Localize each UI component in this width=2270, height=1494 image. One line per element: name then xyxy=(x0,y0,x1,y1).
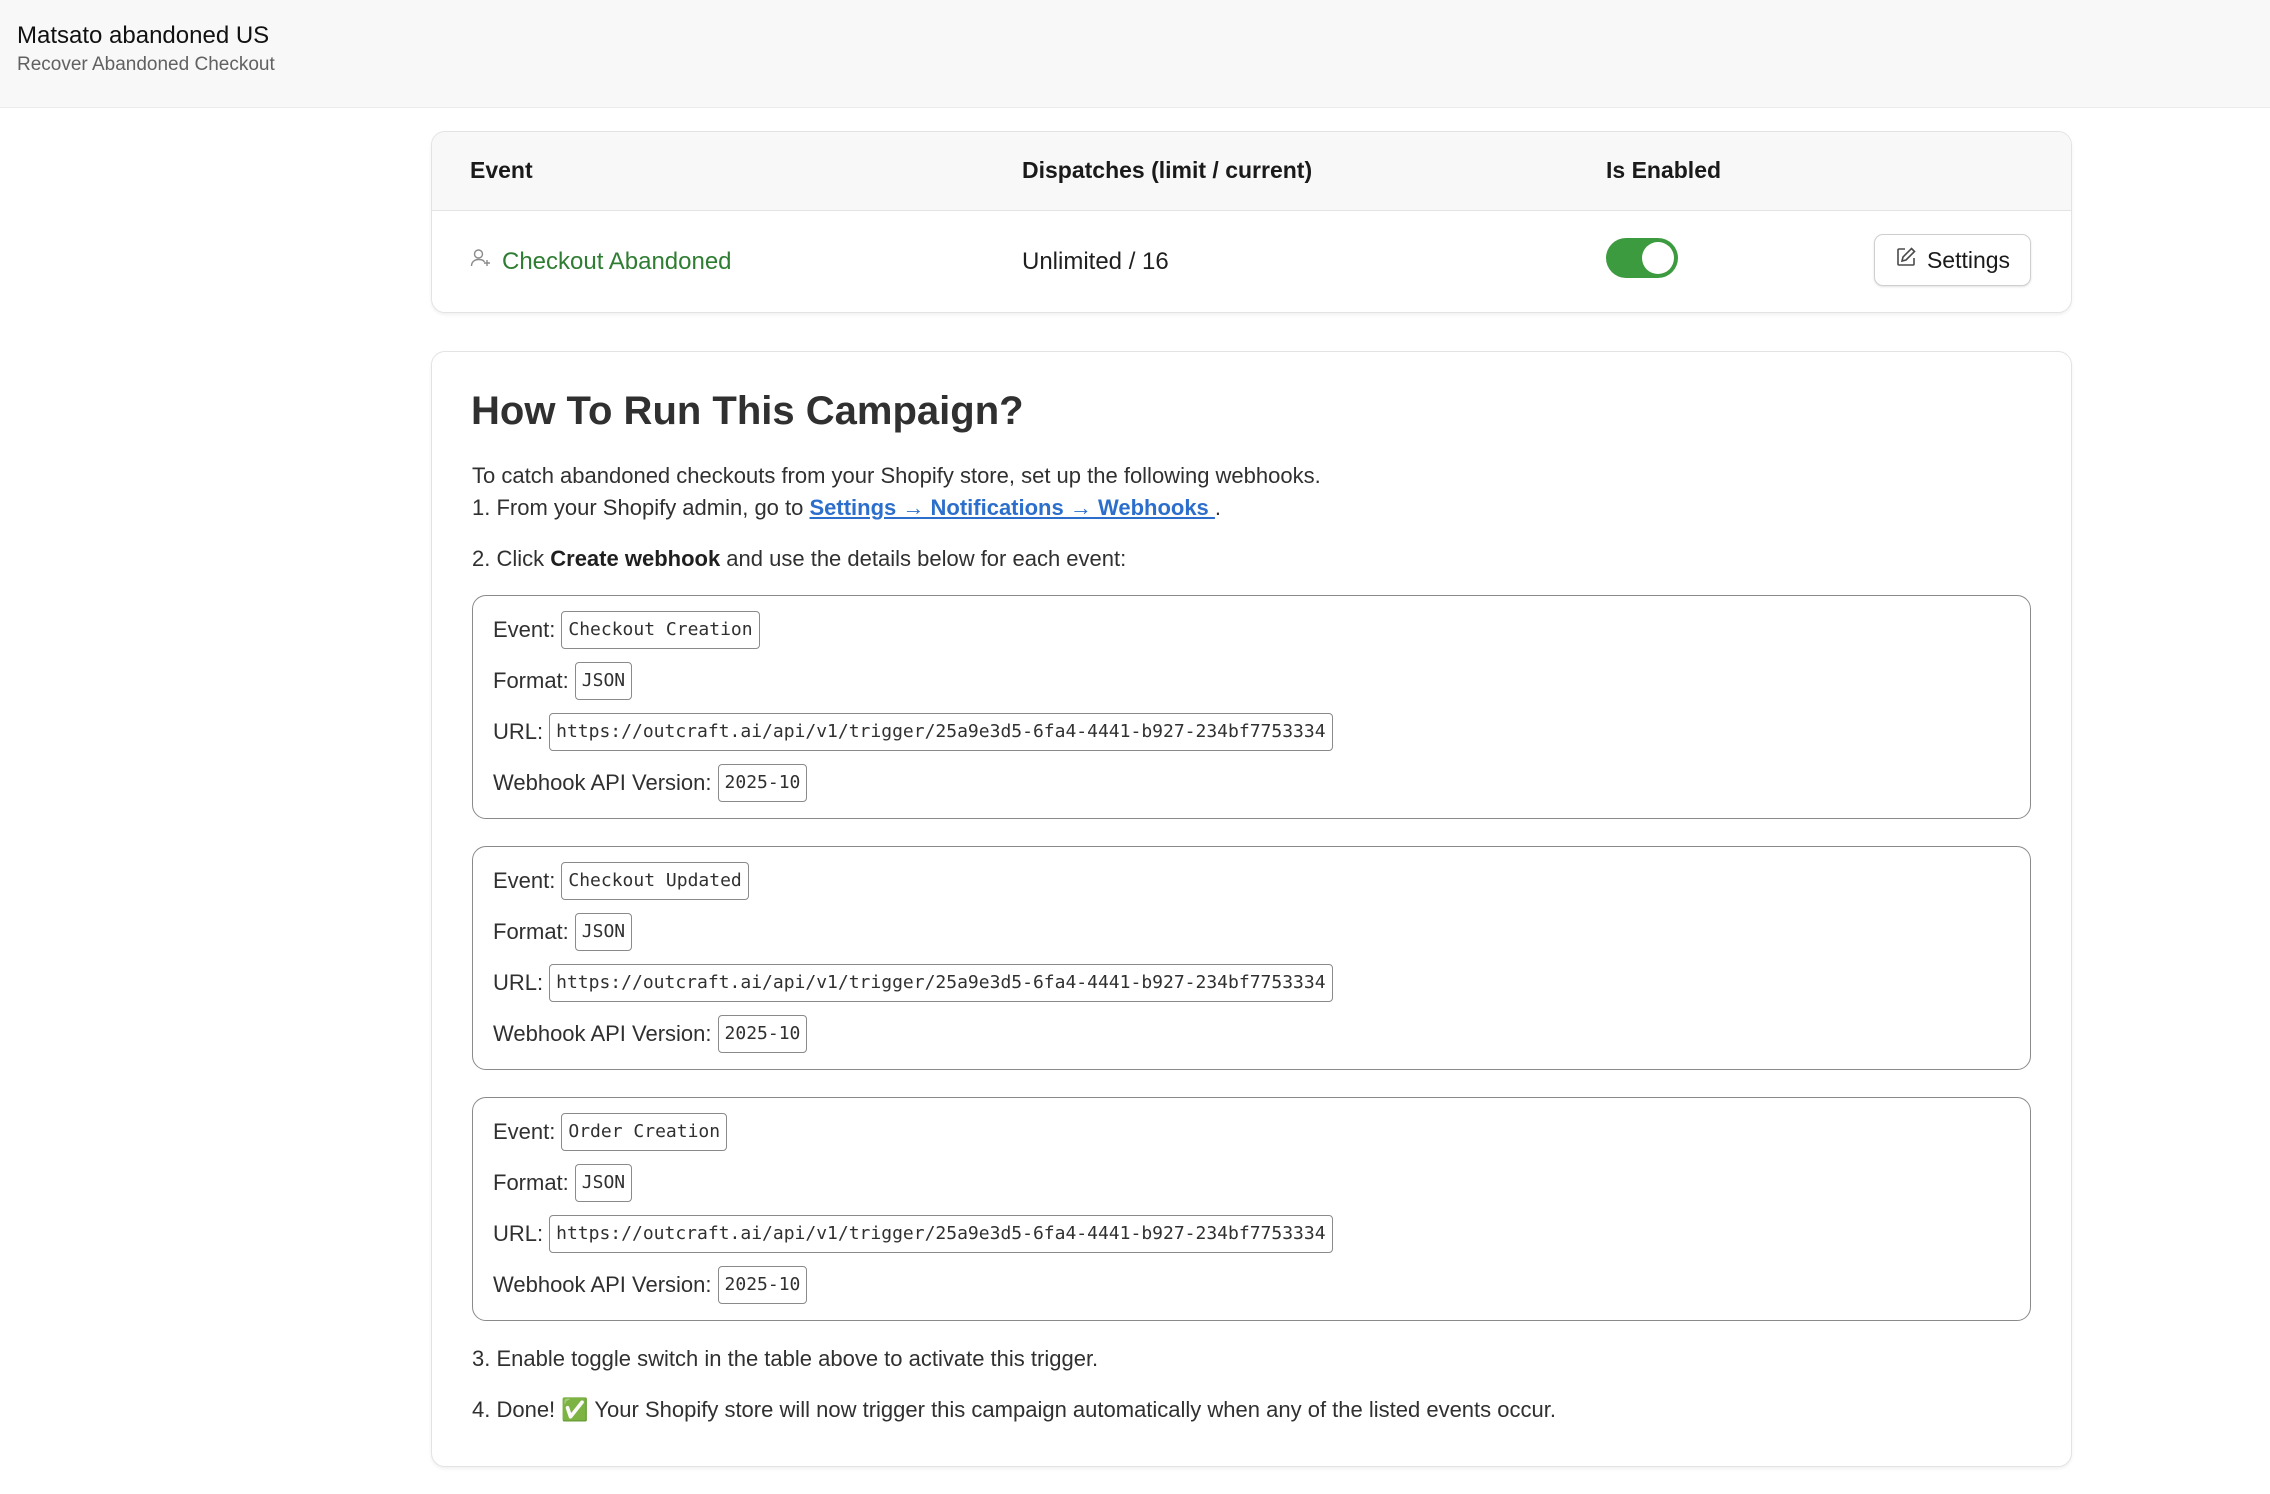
dispatches-value: Unlimited / 16 xyxy=(1022,248,1169,275)
format-label: Format: xyxy=(493,1170,569,1195)
step-4: 4. Done! ✅ Your Shopify store will now t… xyxy=(472,1397,1556,1422)
webhook-url-value[interactable]: https://outcraft.ai/api/v1/trigger/25a9e… xyxy=(549,713,1333,751)
event-label: Event: xyxy=(493,617,556,642)
column-header-enabled: Is Enabled xyxy=(1606,157,1722,183)
webhook-version-row: Webhook API Version: 2025-10 xyxy=(493,1266,808,1304)
step-2: 2. Click Create webhook and use the deta… xyxy=(472,546,1126,572)
page-subtitle: Recover Abandoned Checkout xyxy=(17,54,275,75)
webhook-format-row: Format: JSON xyxy=(493,662,633,700)
webhook-url-row: URL: https://outcraft.ai/api/v1/trigger/2… xyxy=(493,964,1333,1002)
webhook-format-value[interactable]: JSON xyxy=(574,662,633,700)
webhook-format-value[interactable]: JSON xyxy=(574,913,633,951)
webhook-version-row: Webhook API Version: 2025-10 xyxy=(493,1015,808,1053)
edit-icon xyxy=(1895,246,1917,274)
step-2-text: 2. Click xyxy=(472,546,551,571)
page-title: Matsato abandoned US xyxy=(17,22,270,49)
webhook-url-row: URL: https://outcraft.ai/api/v1/trigger/2… xyxy=(493,713,1333,751)
webhook-version-row: Webhook API Version: 2025-10 xyxy=(493,764,808,802)
settings-label: Settings xyxy=(1926,246,2011,273)
webhook-url-value[interactable]: https://outcraft.ai/api/v1/trigger/25a9e… xyxy=(549,964,1333,1002)
howto-heading: How To Run This Campaign? xyxy=(471,389,1024,433)
step-2-bold: Create webhook xyxy=(550,546,721,571)
webhook-event-row: Event: Checkout Creation xyxy=(493,611,760,649)
top-bar: Matsato abandoned US Recover Abandoned C… xyxy=(0,0,2270,108)
shopify-webhooks-link[interactable]: Settings → Notifications → Webhooks xyxy=(810,495,1215,520)
webhook-event-value[interactable]: Checkout Updated xyxy=(561,862,749,900)
events-table: Event Dispatches (limit / current) Is En… xyxy=(431,131,2072,313)
enabled-toggle[interactable] xyxy=(1606,238,1678,278)
step-1-suffix: . xyxy=(1214,495,1222,520)
howto-intro: To catch abandoned checkouts from your S… xyxy=(472,463,1321,488)
event-label: Event: xyxy=(493,868,556,893)
url-label: URL: xyxy=(493,719,544,744)
webhook-event-row: Event: Order Creation xyxy=(493,1113,728,1151)
column-header-dispatches: Dispatches (limit / current) xyxy=(1022,157,1313,183)
webhook-version-value[interactable]: 2025-10 xyxy=(717,1015,808,1053)
version-label: Webhook API Version: xyxy=(493,1021,712,1046)
step-2-suffix: and use the details below for each event… xyxy=(720,546,1127,571)
column-header-event: Event xyxy=(470,157,533,183)
webhook-event-value[interactable]: Checkout Creation xyxy=(561,611,760,649)
user-add-icon xyxy=(470,247,492,276)
webhook-version-value[interactable]: 2025-10 xyxy=(717,1266,808,1304)
step-1: 1. From your Shopify admin, go to Settin… xyxy=(472,495,1221,521)
url-label: URL: xyxy=(493,970,544,995)
step-1-text: 1. From your Shopify admin, go to xyxy=(472,495,810,520)
webhook-url-row: URL: https://outcraft.ai/api/v1/trigger/2… xyxy=(493,1215,1333,1253)
webhook-card: Event: Checkout Creation Format: JSON URL:… xyxy=(472,595,2031,819)
webhook-url-value[interactable]: https://outcraft.ai/api/v1/trigger/25a9e… xyxy=(549,1215,1333,1253)
webhook-version-value[interactable]: 2025-10 xyxy=(717,764,808,802)
webhook-event-value[interactable]: Order Creation xyxy=(561,1113,728,1151)
settings-button[interactable]: Settings xyxy=(1874,234,2031,286)
webhook-format-row: Format: JSON xyxy=(493,913,633,951)
webhook-card: Event: Order Creation Format: JSON URL: htt… xyxy=(472,1097,2031,1321)
event-name: Checkout Abandoned xyxy=(502,247,732,275)
format-label: Format: xyxy=(493,668,569,693)
webhook-event-row: Event: Checkout Updated xyxy=(493,862,749,900)
version-label: Webhook API Version: xyxy=(493,770,712,795)
event-link-checkout-abandoned[interactable]: Checkout Abandoned xyxy=(470,247,732,276)
format-label: Format: xyxy=(493,919,569,944)
howto-card: How To Run This Campaign? To catch aband… xyxy=(431,351,2072,1467)
toggle-knob xyxy=(1642,242,1674,274)
webhook-card: Event: Checkout Updated Format: JSON URL: h… xyxy=(472,846,2031,1070)
table-header: Event Dispatches (limit / current) Is En… xyxy=(432,132,2071,211)
url-label: URL: xyxy=(493,1221,544,1246)
webhook-format-row: Format: JSON xyxy=(493,1164,633,1202)
event-label: Event: xyxy=(493,1119,556,1144)
version-label: Webhook API Version: xyxy=(493,1272,712,1297)
webhook-format-value[interactable]: JSON xyxy=(574,1164,633,1202)
step-3: 3. Enable toggle switch in the table abo… xyxy=(472,1346,1099,1371)
